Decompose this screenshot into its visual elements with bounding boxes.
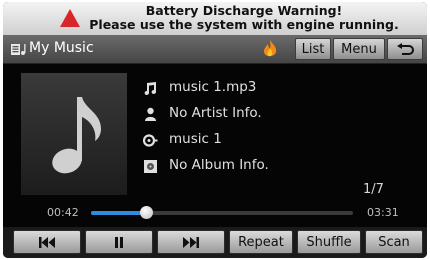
warning-message: Battery Discharge Warning! Please use th… — [89, 4, 399, 32]
track-title: music 1 — [169, 131, 222, 147]
elapsed-time: 00:42 — [47, 206, 79, 219]
warning-detail: Please use the system with engine runnin… — [89, 17, 399, 32]
total-time: 03:31 — [367, 206, 399, 219]
music-player-screen: Battery Discharge Warning! Please use th… — [3, 2, 427, 258]
track-position: 1/7 — [363, 182, 384, 197]
header-bar: My Music List Menu — [3, 35, 427, 64]
previous-icon — [39, 237, 55, 248]
control-bar: Repeat Shuffle Scan — [3, 227, 427, 258]
album-art-note-icon — [52, 97, 101, 174]
progress-track[interactable] — [91, 211, 353, 215]
previous-button[interactable] — [13, 230, 81, 254]
track-artist: No Artist Info. — [169, 105, 262, 121]
next-button[interactable] — [157, 230, 225, 254]
warning-triangle-icon — [60, 9, 80, 27]
track-album: No Album Info. — [169, 157, 269, 173]
menu-button[interactable]: Menu — [333, 38, 385, 60]
album-art — [21, 73, 127, 195]
page-title: My Music — [29, 40, 94, 56]
pause-button[interactable] — [85, 230, 153, 254]
music-note-icon — [144, 82, 156, 95]
repeat-button[interactable]: Repeat — [229, 230, 293, 254]
back-arrow-icon — [397, 43, 414, 55]
flame-icon[interactable] — [261, 39, 279, 59]
scan-button[interactable]: Scan — [365, 230, 423, 254]
list-button[interactable]: List — [295, 38, 331, 60]
next-icon — [183, 237, 199, 248]
artist-icon — [145, 107, 156, 121]
progress-thumb[interactable] — [140, 206, 154, 219]
pause-icon — [115, 237, 123, 248]
back-button[interactable] — [387, 38, 423, 60]
track-file: music 1.mp3 — [169, 79, 257, 95]
warning-title: Battery Discharge Warning! — [145, 3, 343, 18]
battery-warning-banner: Battery Discharge Warning! Please use th… — [3, 2, 427, 35]
shuffle-button[interactable]: Shuffle — [297, 230, 361, 254]
music-folder-icon — [11, 44, 26, 55]
album-icon — [144, 160, 157, 173]
title-icon — [143, 134, 158, 147]
progress-fill — [91, 211, 147, 215]
